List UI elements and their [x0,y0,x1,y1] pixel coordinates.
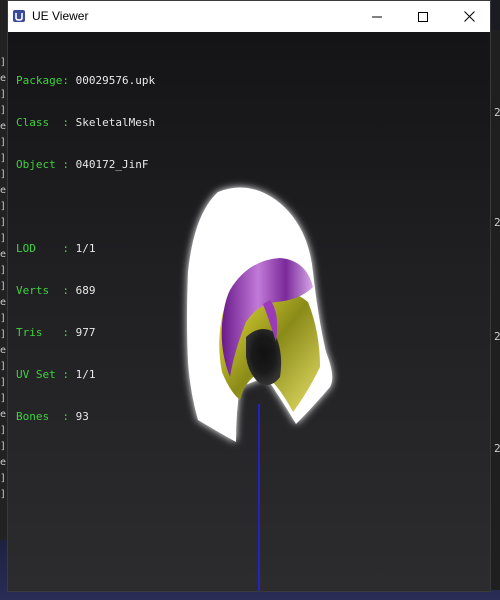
bg-mark: 2 [494,216,500,229]
close-button[interactable] [446,1,492,32]
bg-mark: 2 [494,106,500,119]
minimize-button[interactable] [354,1,400,32]
close-icon [463,11,475,22]
bg-mark: 2 [494,442,500,455]
maximize-button[interactable] [400,1,446,32]
ue-viewer-window: UE Viewer Package: 00029576.upk Class : … [7,0,491,592]
3d-viewport[interactable]: Package: 00029576.upk Class : SkeletalMe… [8,32,490,591]
title-bar[interactable]: UE Viewer [8,1,490,32]
window-title: UE Viewer [32,9,89,23]
app-icon [13,10,25,22]
bg-mark: 2 [494,330,500,343]
skeletal-mesh-render [187,187,333,591]
minimize-icon [372,16,382,17]
maximize-icon [418,11,428,22]
background-text-column-right: 2 2 2 2 [492,0,500,600]
